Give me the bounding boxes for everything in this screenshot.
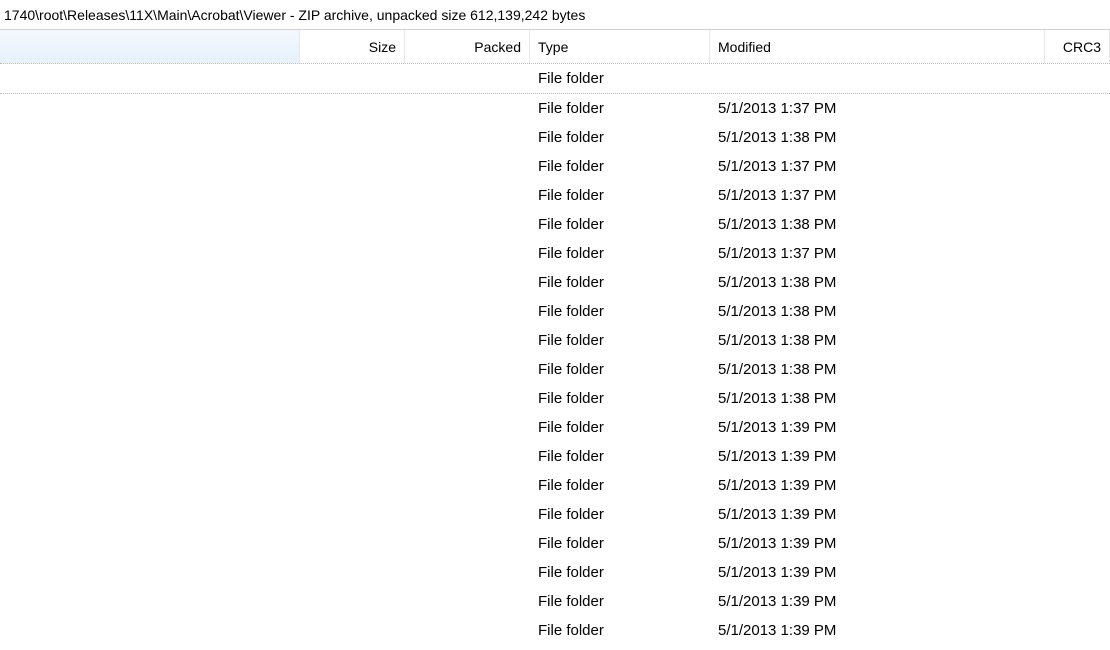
cell-modified: 5/1/2013 1:39 PM — [710, 506, 1045, 523]
archive-path-label: 1740\root\Releases\11X\Main\Acrobat\View… — [4, 7, 585, 23]
table-row[interactable]: File folder5/1/2013 1:39 PM — [0, 413, 1110, 442]
column-header-modified[interactable]: Modified — [710, 30, 1045, 63]
column-header-size[interactable]: Size — [300, 30, 405, 63]
cell-modified: 5/1/2013 1:39 PM — [710, 564, 1045, 581]
column-header-crc[interactable]: CRC3 — [1045, 30, 1110, 63]
cell-modified: 5/1/2013 1:39 PM — [710, 593, 1045, 610]
cell-modified: 5/1/2013 1:37 PM — [710, 245, 1045, 262]
table-row[interactable]: File folder5/1/2013 1:39 PM — [0, 471, 1110, 500]
cell-type: File folder — [530, 303, 710, 320]
file-list: File folderFile folder5/1/2013 1:37 PMFi… — [0, 64, 1110, 645]
table-row[interactable]: File folder5/1/2013 1:38 PM — [0, 123, 1110, 152]
cell-modified: 5/1/2013 1:38 PM — [710, 129, 1045, 146]
cell-type: File folder — [530, 187, 710, 204]
cell-type: File folder — [530, 535, 710, 552]
column-header-row: Size Packed Type Modified CRC3 — [0, 30, 1110, 64]
table-row[interactable]: File folder5/1/2013 1:38 PM — [0, 355, 1110, 384]
cell-type: File folder — [530, 390, 710, 407]
cell-modified: 5/1/2013 1:39 PM — [710, 477, 1045, 494]
cell-modified: 5/1/2013 1:38 PM — [710, 274, 1045, 291]
table-row[interactable]: File folder5/1/2013 1:37 PM — [0, 152, 1110, 181]
cell-type: File folder — [530, 448, 710, 465]
cell-modified: 5/1/2013 1:38 PM — [710, 332, 1045, 349]
table-row[interactable]: File folder5/1/2013 1:38 PM — [0, 268, 1110, 297]
column-header-type-label: Type — [538, 39, 568, 55]
column-header-modified-label: Modified — [718, 39, 771, 55]
table-row[interactable]: File folder5/1/2013 1:39 PM — [0, 558, 1110, 587]
cell-type: File folder — [530, 361, 710, 378]
column-header-packed[interactable]: Packed — [405, 30, 530, 63]
table-row[interactable]: File folder — [0, 64, 1110, 94]
cell-type: File folder — [530, 593, 710, 610]
cell-type: File folder — [530, 129, 710, 146]
table-row[interactable]: File folder5/1/2013 1:38 PM — [0, 384, 1110, 413]
table-row[interactable]: File folder5/1/2013 1:39 PM — [0, 616, 1110, 645]
cell-type: File folder — [530, 245, 710, 262]
column-header-type[interactable]: Type — [530, 30, 710, 63]
column-header-name[interactable] — [0, 30, 300, 63]
cell-type: File folder — [530, 158, 710, 175]
cell-type: File folder — [530, 477, 710, 494]
table-row[interactable]: File folder5/1/2013 1:39 PM — [0, 500, 1110, 529]
table-row[interactable]: File folder5/1/2013 1:37 PM — [0, 239, 1110, 268]
cell-type: File folder — [530, 564, 710, 581]
table-row[interactable]: File folder5/1/2013 1:38 PM — [0, 210, 1110, 239]
table-row[interactable]: File folder5/1/2013 1:39 PM — [0, 529, 1110, 558]
cell-modified: 5/1/2013 1:38 PM — [710, 390, 1045, 407]
cell-modified: 5/1/2013 1:38 PM — [710, 303, 1045, 320]
cell-type: File folder — [530, 506, 710, 523]
cell-modified: 5/1/2013 1:38 PM — [710, 216, 1045, 233]
cell-type: File folder — [530, 100, 710, 117]
cell-modified: 5/1/2013 1:39 PM — [710, 622, 1045, 639]
cell-modified: 5/1/2013 1:39 PM — [710, 535, 1045, 552]
column-header-size-label: Size — [369, 39, 396, 55]
cell-modified: 5/1/2013 1:38 PM — [710, 361, 1045, 378]
cell-type: File folder — [530, 332, 710, 349]
table-row[interactable]: File folder5/1/2013 1:37 PM — [0, 94, 1110, 123]
table-row[interactable]: File folder5/1/2013 1:38 PM — [0, 297, 1110, 326]
table-row[interactable]: File folder5/1/2013 1:37 PM — [0, 181, 1110, 210]
table-row[interactable]: File folder5/1/2013 1:39 PM — [0, 587, 1110, 616]
cell-modified: 5/1/2013 1:37 PM — [710, 158, 1045, 175]
table-row[interactable]: File folder5/1/2013 1:38 PM — [0, 326, 1110, 355]
cell-type: File folder — [530, 419, 710, 436]
column-header-crc-label: CRC3 — [1063, 39, 1101, 55]
column-header-packed-label: Packed — [474, 39, 521, 55]
cell-type: File folder — [530, 274, 710, 291]
window-title-bar: 1740\root\Releases\11X\Main\Acrobat\View… — [0, 0, 1110, 30]
cell-type: File folder — [530, 70, 710, 87]
cell-modified: 5/1/2013 1:37 PM — [710, 100, 1045, 117]
cell-modified: 5/1/2013 1:39 PM — [710, 448, 1045, 465]
cell-modified: 5/1/2013 1:39 PM — [710, 419, 1045, 436]
cell-type: File folder — [530, 622, 710, 639]
cell-type: File folder — [530, 216, 710, 233]
cell-modified: 5/1/2013 1:37 PM — [710, 187, 1045, 204]
table-row[interactable]: File folder5/1/2013 1:39 PM — [0, 442, 1110, 471]
